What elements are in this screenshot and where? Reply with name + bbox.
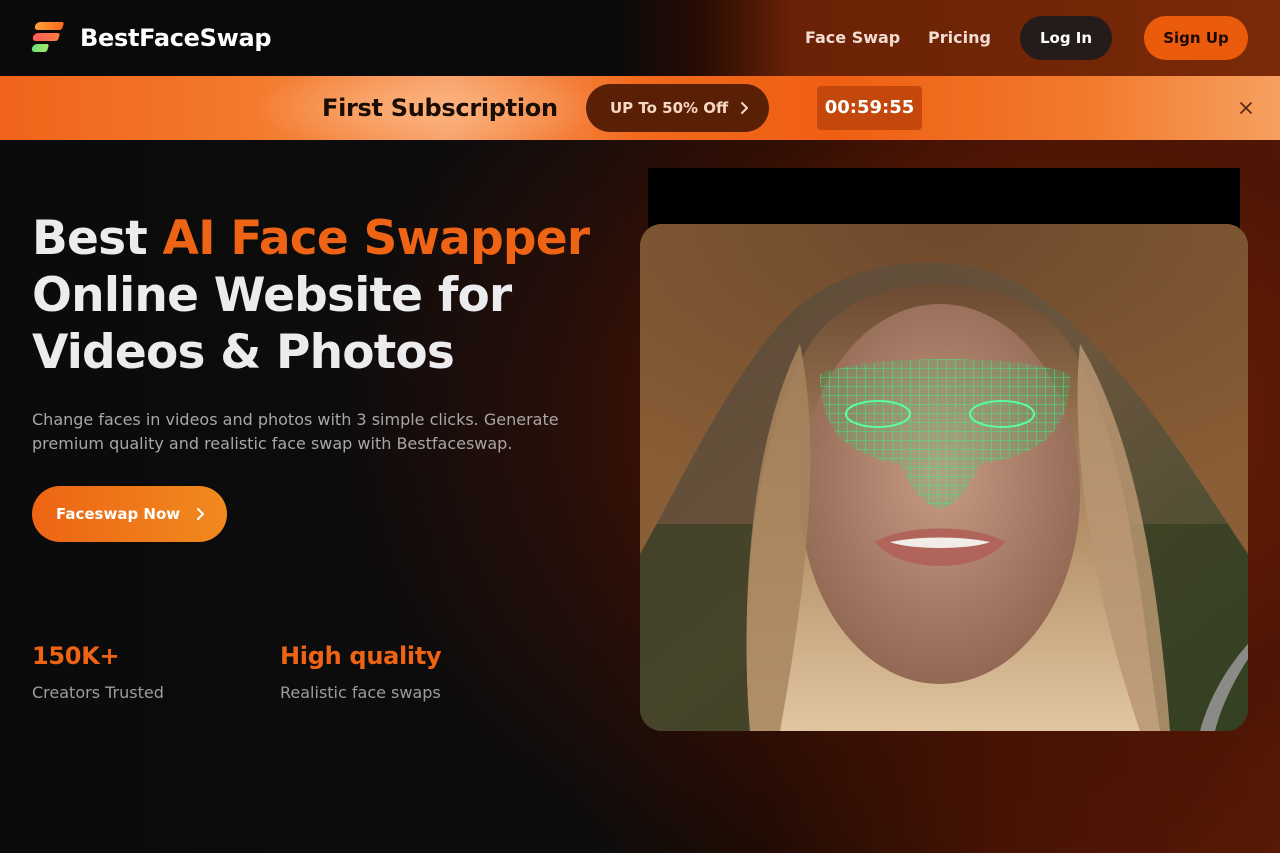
hero-description: Change faces in videos and photos with 3… (32, 410, 559, 453)
promo-banner: First Subscription UP To 50% Off 00:59:5… (0, 76, 1280, 140)
hero-title-plain: Best (32, 211, 163, 266)
hero-title-line-3: Videos & Photos (32, 325, 455, 380)
faceswap-now-label: Faceswap Now (56, 505, 181, 523)
stat-creators-value: 150K+ (32, 642, 120, 670)
page: BestFaceSwap Face Swap Pricing Log In Si… (0, 0, 1280, 853)
nav-face-swap-link[interactable]: Face Swap (805, 27, 900, 49)
login-button[interactable]: Log In (1020, 16, 1112, 60)
stat-creators-label: Creators Trusted (32, 683, 164, 702)
stat-quality-value: High quality (280, 642, 442, 670)
hero-title-line-2: Online Website for (32, 268, 512, 323)
stat-quality-label: Realistic face swaps (280, 683, 441, 702)
face-mesh-demo-image[interactable] (640, 224, 1248, 731)
promo-offer-button[interactable]: UP To 50% Off (586, 84, 769, 132)
hero-title-line-1: Best AI Face Swapper (32, 210, 612, 267)
hero-title: Best AI Face Swapper Online Website for … (32, 210, 612, 381)
hero-title-accent: AI Face Swapper (162, 211, 591, 266)
close-icon[interactable] (1236, 98, 1256, 118)
countdown-timer: 00:59:55 (817, 86, 922, 130)
top-navbar: BestFaceSwap Face Swap Pricing Log In Si… (0, 0, 1280, 76)
chevron-right-icon (741, 102, 748, 114)
chevron-right-icon (197, 508, 204, 520)
brand-name[interactable]: BestFaceSwap (80, 22, 272, 54)
faceswap-now-button[interactable]: Faceswap Now (32, 486, 227, 542)
promo-title: First Subscription (322, 94, 558, 122)
brand-logo-icon[interactable] (30, 22, 65, 54)
nav-pricing-link[interactable]: Pricing (928, 27, 991, 49)
signup-button[interactable]: Sign Up (1144, 16, 1248, 60)
promo-offer-label: UP To 50% Off (610, 99, 729, 117)
